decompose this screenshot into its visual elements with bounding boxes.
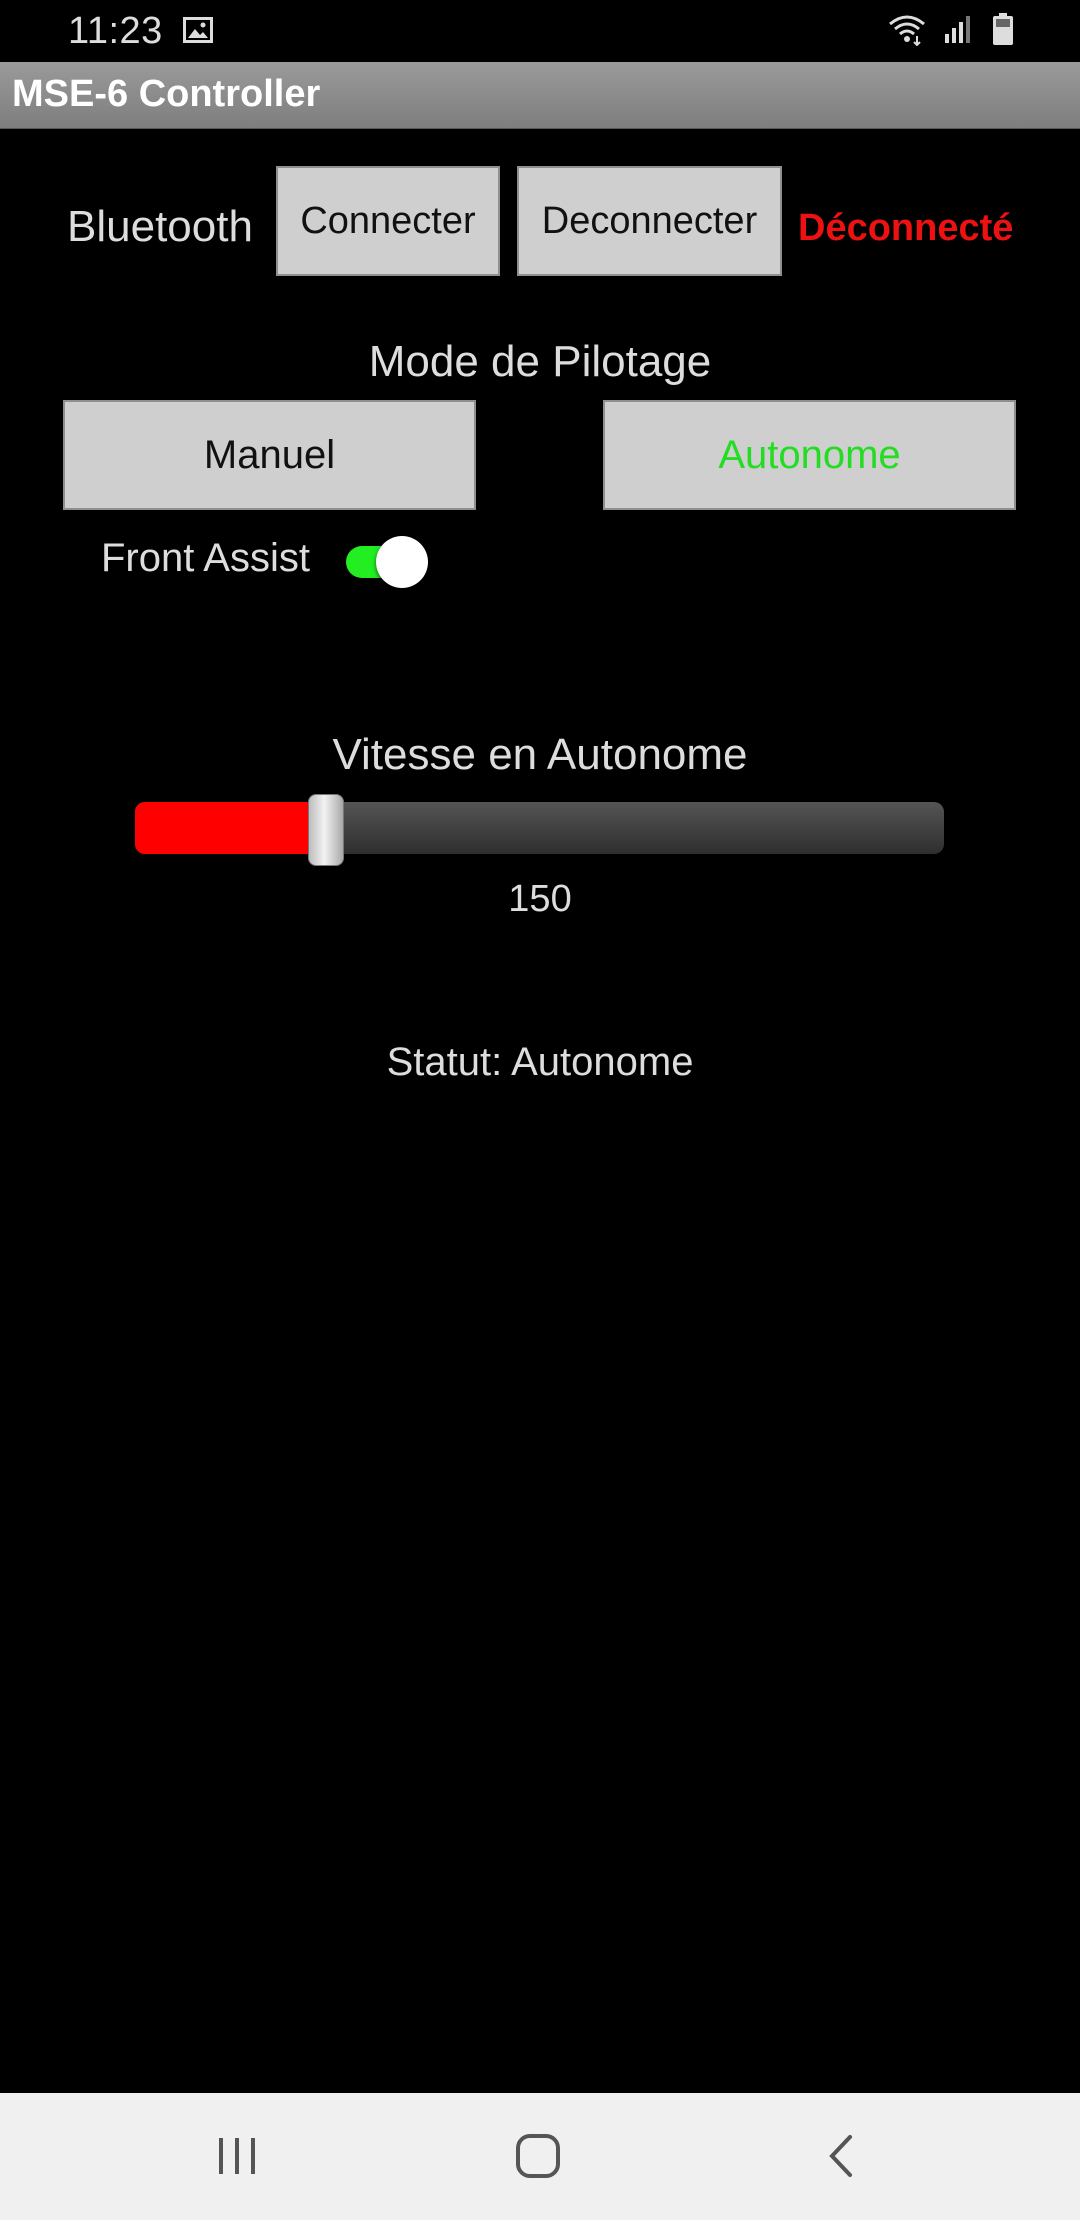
manual-mode-button[interactable]: Manuel — [63, 400, 476, 510]
mode-title: Mode de Pilotage — [368, 337, 712, 386]
slider-thumb[interactable] — [308, 794, 345, 866]
autonomous-mode-button[interactable]: Autonome — [603, 400, 1016, 510]
front-assist-label: Front Assist — [101, 536, 310, 580]
bluetooth-label: Bluetooth — [67, 202, 253, 251]
app-bar: MSE-6 Controller — [0, 62, 1080, 129]
app-title: MSE-6 Controller — [12, 73, 321, 115]
status-time: 11:23 — [68, 10, 163, 52]
speed-slider[interactable] — [135, 794, 944, 866]
slider-fill — [135, 802, 326, 854]
wifi-icon — [888, 12, 926, 46]
image-icon — [182, 16, 214, 44]
disconnect-button[interactable]: Deconnecter — [517, 166, 782, 276]
navigation-bar — [0, 2093, 1080, 2220]
status-text: Statut: Autonome — [386, 1040, 694, 1084]
bluetooth-status: Déconnecté — [798, 207, 1014, 249]
connect-button[interactable]: Connecter — [276, 166, 500, 276]
recents-icon — [215, 2136, 259, 2181]
signal-icon — [944, 14, 974, 44]
back-button[interactable] — [806, 2123, 876, 2193]
toggle-knob — [376, 536, 428, 588]
back-icon — [826, 2133, 856, 2184]
home-icon — [515, 2133, 561, 2184]
screen: 11:23 MSE-6 Controller Bluetooth Connect… — [0, 0, 1080, 2220]
front-assist-toggle[interactable] — [344, 532, 432, 588]
recents-button[interactable] — [202, 2123, 272, 2193]
speed-title: Vitesse en Autonome — [332, 730, 748, 779]
speed-value: 150 — [508, 878, 572, 920]
status-bar: 11:23 — [0, 0, 1080, 62]
battery-icon — [992, 12, 1014, 46]
home-button[interactable] — [503, 2123, 573, 2193]
